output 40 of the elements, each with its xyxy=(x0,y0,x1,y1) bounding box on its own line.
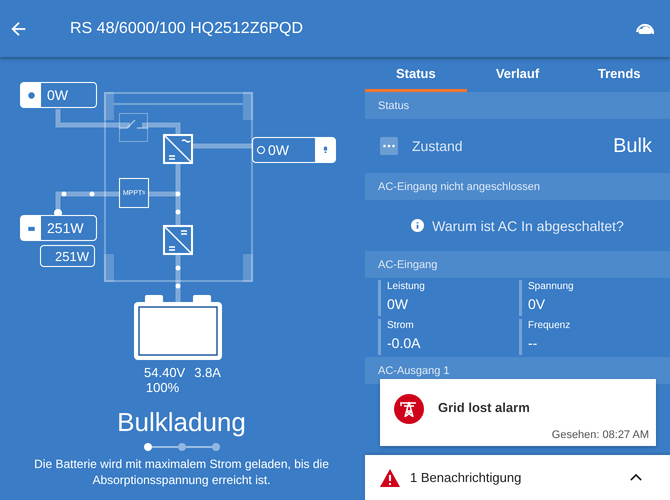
reading-value: 0W xyxy=(387,296,409,312)
chevron-icon[interactable] xyxy=(630,473,642,482)
section-header: AC-Eingang nicht angeschlossen xyxy=(365,173,670,200)
device-title: RS 48/6000/100 HQ2512Z6PQD xyxy=(70,20,304,38)
notification-count: 1 Benachrichtigung xyxy=(410,470,522,485)
pv-power-label: 251W xyxy=(40,245,95,267)
battery-current: 3.8A xyxy=(194,365,221,380)
tab[interactable]: Trends xyxy=(568,57,670,92)
ac-output-tag[interactable]: 0W xyxy=(252,137,336,163)
charge-state-title: Bulkladung xyxy=(117,407,246,438)
info-icon xyxy=(411,219,424,232)
section-header: Status xyxy=(365,92,670,119)
battery-icon xyxy=(133,295,223,361)
reading-value: -- xyxy=(528,335,538,351)
section-header: AC-Eingang xyxy=(365,251,670,278)
reading-label: Leistung xyxy=(387,281,426,292)
more-icon xyxy=(380,137,398,155)
charge-state-description: Die Batterie wird mit maximalem Strom geladen, bis die Absorptionsspannung erreicht ist. xyxy=(33,456,330,488)
state-value: Bulk xyxy=(613,134,652,158)
notification-bar[interactable]: 1 Benachrichtigung xyxy=(365,455,670,500)
battery-soc: 100% xyxy=(146,380,180,395)
pv-tag[interactable]: 251W xyxy=(20,215,97,241)
reading-value: -0.0A xyxy=(387,335,422,351)
alarm-title: Grid lost alarm xyxy=(438,400,530,415)
back-arrow-icon[interactable] xyxy=(10,20,28,38)
tab[interactable]: Verlauf xyxy=(466,57,568,92)
reading-label: Strom xyxy=(387,320,415,331)
reading-label: Spannung xyxy=(528,281,575,292)
battery-voltage: 54.40V xyxy=(144,365,186,380)
reading-label: Frequenz xyxy=(528,320,572,331)
state-label: Zustand xyxy=(412,138,464,154)
ac-input-tag[interactable]: 0W xyxy=(20,82,97,108)
pylon-icon xyxy=(394,394,424,424)
warning-icon xyxy=(380,468,400,486)
converter-icon xyxy=(163,134,193,164)
reading-value: 0V xyxy=(528,296,546,312)
switch-icon xyxy=(119,113,148,142)
converter-icon xyxy=(163,225,193,255)
alarm-card[interactable]: Grid lost alarm Gesehen: 08:27 AM xyxy=(380,379,656,446)
alarm-seen-time: Gesehen: 08:27 AM xyxy=(552,429,649,441)
